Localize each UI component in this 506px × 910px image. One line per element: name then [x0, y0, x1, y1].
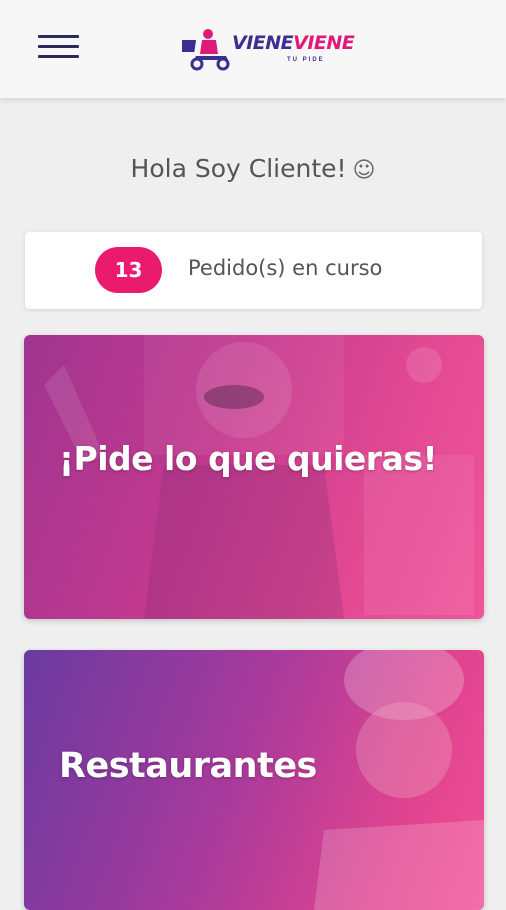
scooter-delivery-icon [182, 29, 230, 71]
hamburger-menu-icon[interactable] [38, 33, 80, 61]
order-anything-title: ¡Pide lo que quieras! [59, 439, 438, 478]
logo-wordmark: VIENEVIENE [232, 32, 355, 54]
app-logo: VIENEVIENE TU PIDE [182, 26, 402, 72]
logo-tagline: TU PIDE [287, 57, 325, 63]
orders-count-badge: 13 [95, 247, 162, 293]
orders-label: Pedido(s) en curso [188, 256, 383, 280]
order-anything-card[interactable]: ¡Pide lo que quieras! [24, 335, 484, 619]
greeting-text: Hola Soy Cliente! [130, 154, 347, 183]
greeting-heading: Hola Soy Cliente! ☺ [0, 154, 506, 183]
restaurants-card[interactable]: Restaurantes [24, 650, 484, 910]
orders-in-progress-card[interactable]: 13 Pedido(s) en curso [25, 232, 482, 309]
top-app-bar: VIENEVIENE TU PIDE [0, 0, 506, 98]
smiley-icon: ☺ [352, 158, 376, 183]
restaurants-title: Restaurantes [59, 746, 317, 786]
